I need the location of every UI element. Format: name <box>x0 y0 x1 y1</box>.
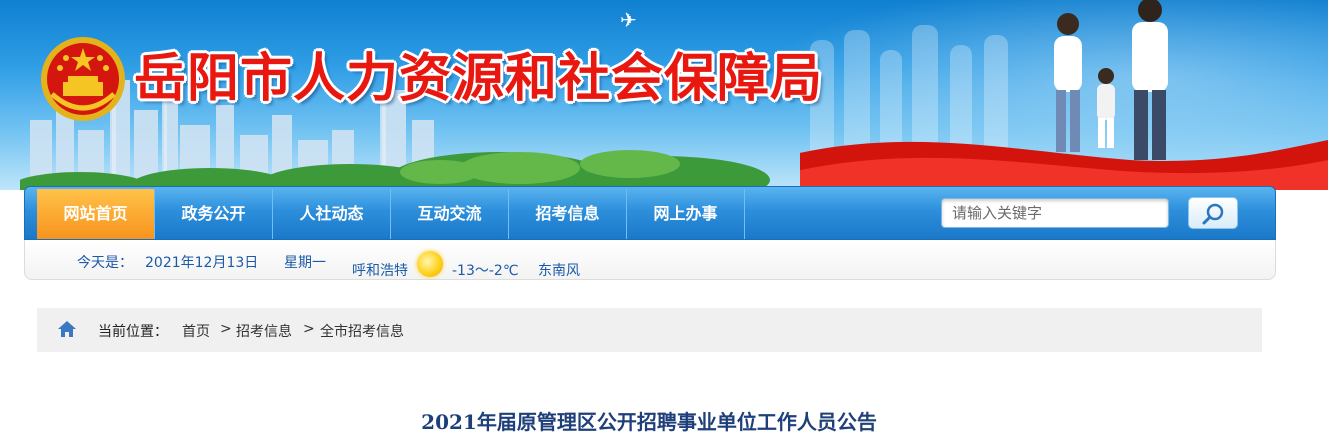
search-button[interactable] <box>1188 197 1238 229</box>
site-title: 岳阳市人力资源和社会保障局 <box>134 48 824 109</box>
breadcrumb-city-recruitment-link[interactable]: 全市招考信息 <box>320 321 404 341</box>
search-icon <box>1202 203 1224 225</box>
home-icon <box>58 321 76 337</box>
info-bar: 今天是： 2021年12月13日 星期一 呼和浩特 -13～-2℃ 东南风 <box>24 240 1276 280</box>
nav-item-news[interactable]: 人社动态 <box>273 189 391 239</box>
sun-icon <box>417 251 443 277</box>
search-input[interactable] <box>941 198 1169 228</box>
weekday: 星期一 <box>284 255 326 271</box>
today-label: 今天是： <box>77 255 133 271</box>
breadcrumb-separator: > <box>220 321 232 337</box>
airplane-icon: ✈ <box>620 8 637 32</box>
family-illustration <box>800 0 1328 190</box>
nav-item-interaction[interactable]: 互动交流 <box>391 189 509 239</box>
header-banner: ✈ 岳阳市人力资源和社会保障局 <box>0 0 1328 190</box>
nav-item-home[interactable]: 网站首页 <box>37 189 155 239</box>
current-date: 2021年12月13日 <box>145 255 259 271</box>
weather-temperature: -13～-2℃ <box>452 263 519 279</box>
breadcrumb-home-link[interactable]: 首页 <box>182 321 210 341</box>
national-emblem-logo <box>41 37 125 121</box>
weather-city: 呼和浩特 <box>352 263 408 279</box>
weather-wind: 东南风 <box>538 263 580 279</box>
article-title: 2021年届原管理区公开招聘事业单位工作人员公告 <box>421 410 877 434</box>
nav-item-online-services[interactable]: 网上办事 <box>627 189 745 239</box>
main-navigation: 网站首页 政务公开 人社动态 互动交流 招考信息 网上办事 <box>24 186 1276 240</box>
breadcrumb-recruitment-link[interactable]: 招考信息 <box>236 321 292 341</box>
nav-item-recruitment[interactable]: 招考信息 <box>509 189 627 239</box>
breadcrumb-separator: > <box>303 321 315 337</box>
nav-items: 网站首页 政务公开 人社动态 互动交流 招考信息 网上办事 <box>37 189 745 239</box>
nav-item-government-affairs[interactable]: 政务公开 <box>155 189 273 239</box>
breadcrumb-current-label: 当前位置： <box>98 324 168 340</box>
breadcrumb: 当前位置： 首页 > 招考信息 > 全市招考信息 <box>37 308 1262 352</box>
